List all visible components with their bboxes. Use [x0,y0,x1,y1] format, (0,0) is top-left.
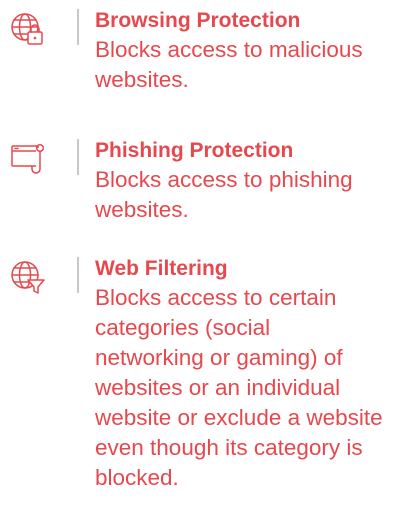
feature-title: Browsing Protection [95,9,301,32]
feature-title: Phishing Protection [95,139,294,162]
feature-title: Web Filtering [95,257,228,280]
divider [77,9,79,45]
divider [77,257,79,293]
feature-description: Blocks access to malicious websites. [95,37,363,92]
globe-filter-icon [0,258,64,302]
globe-lock-icon [0,10,64,54]
feature-web-filtering: Web Filtering Blocks access to certain c… [0,254,414,528]
phishing-hook-icon [0,140,64,184]
feature-description: Blocks access to certain categories (soc… [95,285,383,490]
feature-description: Blocks access to phishing websites. [95,167,353,222]
divider [77,139,79,175]
feature-browsing-protection: Browsing Protection Blocks access to mal… [0,6,414,116]
feature-phishing-protection: Phishing Protection Blocks access to phi… [0,136,414,246]
